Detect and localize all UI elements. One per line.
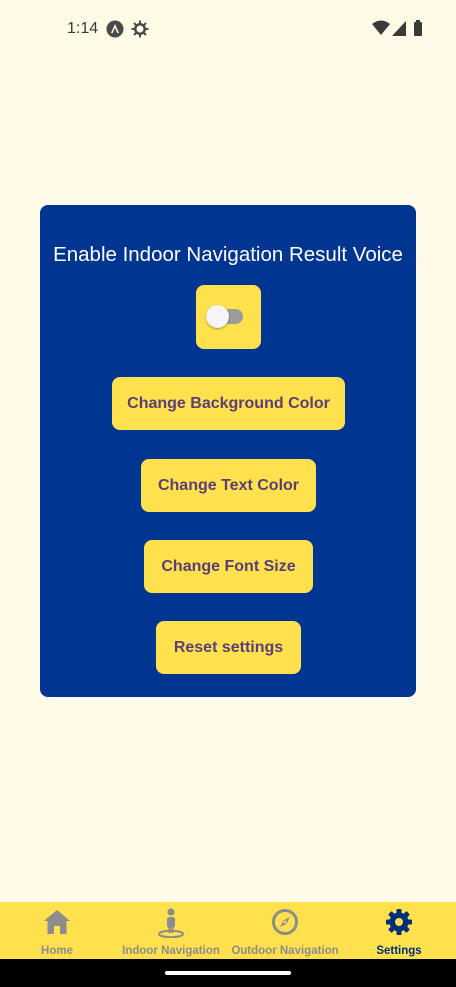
change-font-size-button[interactable]: Change Font Size xyxy=(144,540,313,593)
tab-home-label: Home xyxy=(41,945,73,957)
tab-indoor-navigation-label: Indoor Navigation xyxy=(122,945,220,957)
tab-settings-label: Settings xyxy=(376,945,422,957)
tab-indoor-navigation[interactable]: Indoor Navigation xyxy=(114,902,228,959)
person-location-icon xyxy=(114,908,228,938)
tab-outdoor-navigation[interactable]: Outdoor Navigation xyxy=(228,902,342,959)
tab-outdoor-navigation-label: Outdoor Navigation xyxy=(231,945,339,957)
voice-toggle-container xyxy=(196,285,261,349)
home-icon xyxy=(0,908,114,938)
status-time: 1:14 xyxy=(67,20,99,37)
bottom-tab-bar: Home Indoor Navigation Outdoor Navigatio… xyxy=(0,902,456,959)
change-text-color-button[interactable]: Change Text Color xyxy=(141,459,316,512)
tab-settings[interactable]: Settings xyxy=(342,902,456,959)
compass-icon xyxy=(228,908,342,938)
tab-home[interactable]: Home xyxy=(0,902,114,959)
home-gesture-handle[interactable] xyxy=(165,971,291,975)
wifi-icon xyxy=(371,20,391,40)
change-background-color-button[interactable]: Change Background Color xyxy=(112,377,345,430)
gear-icon xyxy=(342,908,456,938)
settings-gear-icon xyxy=(131,20,151,40)
status-bar: 1:14 xyxy=(0,0,456,60)
toggle-thumb xyxy=(206,305,229,328)
voice-setting-label: Enable Indoor Navigation Result Voice xyxy=(53,243,403,266)
app-notification-icon xyxy=(106,20,126,40)
battery-icon xyxy=(413,20,433,40)
cell-signal-icon xyxy=(391,20,411,40)
system-navigation-bar xyxy=(0,959,456,987)
reset-settings-button[interactable]: Reset settings xyxy=(156,621,301,674)
